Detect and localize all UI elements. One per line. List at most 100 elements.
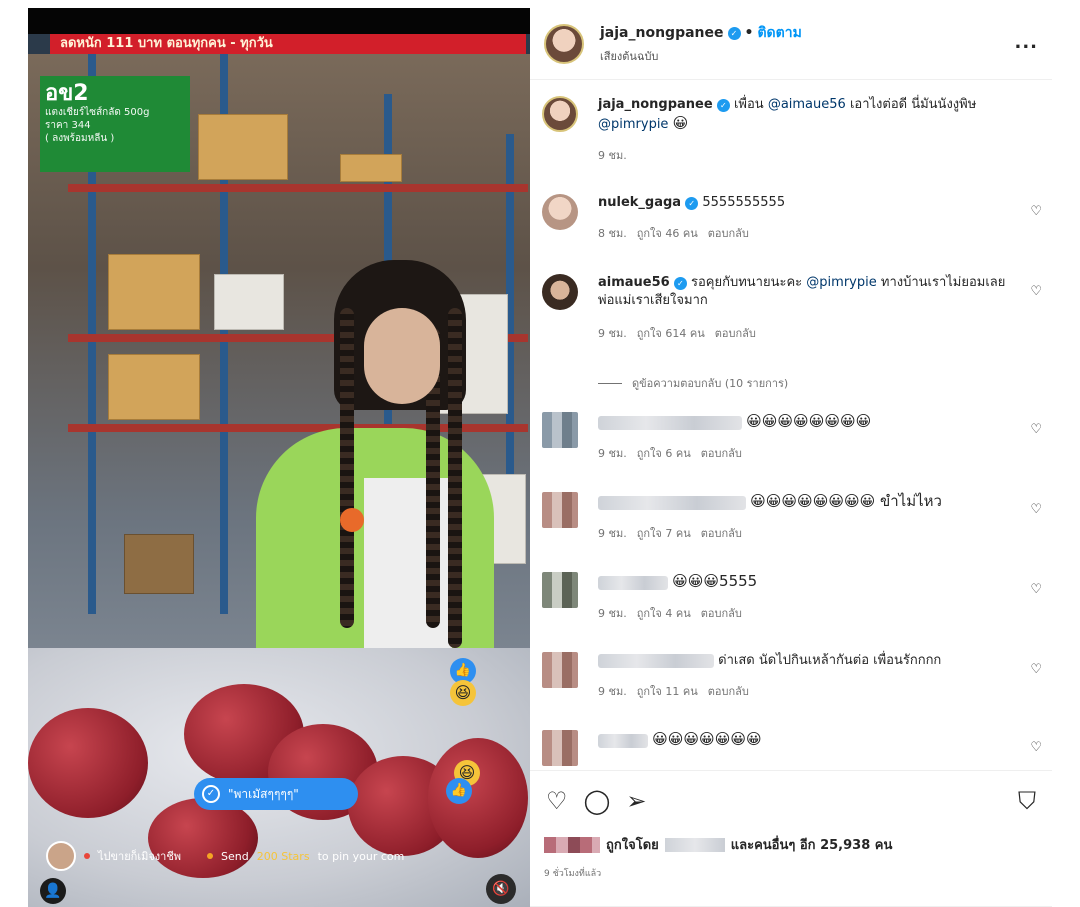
- comment-item: 😀😀😀😀😀😀😀😀 ขำไม่ไหว 9 ชม. ถูกใจ 7 คน ตอบกล…: [542, 492, 1042, 542]
- commenter-avatar[interactable]: [542, 730, 578, 766]
- post-actions-bar: ♡ ◯ ➢ ⛉: [530, 770, 1052, 830]
- bookmark-icon[interactable]: ⛉: [1018, 787, 1036, 815]
- laugh-reaction-icon: 😆: [450, 680, 476, 706]
- live-comment-pill: ✓ "พาเมัสๆๆๆๆ": [194, 778, 358, 810]
- comment-item: 😀😀😀😀😀😀😀😀 9 ชม. ถูกใจ 6 คน ตอบกลับ ♡: [542, 412, 1042, 462]
- mute-icon[interactable]: 🔇: [486, 874, 516, 904]
- streamer-avatar: [46, 841, 76, 871]
- author-username[interactable]: jaja_nongpanee: [600, 25, 724, 41]
- comment-likes[interactable]: ถูกใจ 6 คน: [637, 444, 691, 462]
- shelf-beam: [68, 184, 528, 192]
- reply-button[interactable]: ตอบกลับ: [701, 444, 742, 462]
- like-heart-icon[interactable]: ♡: [1030, 422, 1042, 437]
- check-circle-icon: ✓: [202, 785, 220, 803]
- live-bottom-bar: ไปขายก็เมิจงาชีพ Send 200 Stars to pin y…: [28, 836, 530, 876]
- commenter-avatar[interactable]: [542, 572, 578, 608]
- comment-text: 😀😀😀5555: [672, 572, 758, 590]
- share-icon[interactable]: ➢: [626, 787, 646, 815]
- author-avatar[interactable]: [544, 23, 584, 64]
- video-top-bar: [28, 8, 530, 34]
- white-box: [214, 274, 284, 330]
- post-header: jaja_nongpanee ✓ • ติดตาม เสียงต้นฉบับ .…: [530, 8, 1052, 80]
- like-heart-icon[interactable]: ♡: [1030, 662, 1042, 677]
- commenter-avatar[interactable]: [542, 652, 578, 688]
- comment-likes[interactable]: ถูกใจ 4 คน: [637, 604, 691, 622]
- post-timestamp: 9 ชั่วโมงที่แล้ว: [544, 869, 602, 879]
- like-heart-icon[interactable]: ♡: [1030, 284, 1042, 299]
- caption-username[interactable]: jaja_nongpanee: [598, 97, 713, 112]
- mention-link[interactable]: @pimrypie: [598, 117, 668, 132]
- comment-likes[interactable]: ถูกใจ 11 คน: [637, 682, 698, 700]
- reply-button[interactable]: ตอบกลับ: [708, 224, 749, 242]
- blurred-username: [598, 575, 668, 590]
- blurred-username: [598, 495, 746, 510]
- follow-button[interactable]: ติดตาม: [757, 22, 801, 44]
- cardboard-box: [108, 254, 200, 330]
- original-audio-link[interactable]: เสียงต้นฉบับ: [600, 47, 802, 65]
- comment-item: 😀😀😀😀😀😀😀 ♡: [542, 730, 1042, 766]
- comment-likes[interactable]: ถูกใจ 7 คน: [637, 524, 691, 542]
- author-avatar[interactable]: [542, 96, 578, 132]
- commenter-username[interactable]: nulek_gaga: [598, 195, 681, 210]
- reply-button[interactable]: ตอบกลับ: [701, 524, 742, 542]
- send-stars-amount: 200 Stars: [256, 849, 310, 863]
- tagged-users-icon[interactable]: 👤: [40, 878, 66, 904]
- mention-link[interactable]: @aimaue56: [768, 97, 846, 112]
- replies-divider: [598, 382, 622, 384]
- blurred-username: [598, 653, 714, 668]
- comment-time: 9 ชม.: [598, 527, 627, 540]
- more-options-icon[interactable]: ...: [1014, 32, 1038, 53]
- jacket-pin: [340, 508, 364, 532]
- comment-time: 9 ชม.: [598, 685, 627, 698]
- send-stars-prefix: Send: [221, 849, 249, 863]
- commenter-avatar[interactable]: [542, 492, 578, 528]
- blurred-username: [598, 733, 648, 748]
- heart-icon[interactable]: ♡: [546, 787, 568, 815]
- streamer-name: ไปขายก็เมิจงาชีพ: [98, 850, 182, 863]
- comment-likes[interactable]: ถูกใจ 46 คน: [637, 224, 698, 242]
- commenter-username[interactable]: aimaue56: [598, 275, 670, 290]
- reply-button[interactable]: ตอบกลับ: [701, 604, 742, 622]
- comment-text: รอคุยกับทนายนะคะ: [691, 275, 803, 290]
- comment-likes[interactable]: ถูกใจ 614 คน: [637, 324, 705, 342]
- commenter-avatar[interactable]: [542, 194, 578, 230]
- reel-video-player[interactable]: ลดหนัก 111 บาท ตอนทุกคน - ทุกวัน อข2 แตง…: [28, 8, 530, 907]
- commenter-avatar[interactable]: [542, 412, 578, 448]
- comment-time: 9 ชม.: [598, 327, 627, 340]
- verified-badge-icon: ✓: [673, 277, 687, 290]
- like-heart-icon[interactable]: ♡: [1030, 582, 1042, 597]
- liker-avatars: [544, 836, 600, 853]
- comments-list: jaja_nongpanee ✓ เพื่อน @aimaue56 เอาไงต…: [530, 80, 1052, 770]
- braid: [448, 308, 462, 648]
- comment-item: aimaue56 ✓ รอคุยกับทนายนะคะ @pimrypie ทา…: [542, 274, 1042, 342]
- comment-item: 😀😀😀5555 9 ชม. ถูกใจ 4 คน ตอบกลับ ♡: [542, 572, 1042, 622]
- live-comment-text: "พาเมัสๆๆๆๆ": [228, 786, 299, 801]
- comment-text: 😀😀😀😀😀😀😀😀: [746, 412, 872, 430]
- commenter-avatar[interactable]: [542, 274, 578, 310]
- braid: [340, 308, 354, 628]
- blurred-username: [598, 415, 742, 430]
- promo-banner: ลดหนัก 111 บาท ตอนทุกคน - ทุกวัน: [50, 34, 526, 54]
- dragon-fruit: [28, 708, 148, 818]
- reply-button[interactable]: ตอบกลับ: [708, 682, 749, 700]
- likes-summary[interactable]: ถูกใจโดย และคนอื่นๆ อีก 25,938 คน: [544, 834, 892, 855]
- like-heart-icon[interactable]: ♡: [1030, 502, 1042, 517]
- post-caption: jaja_nongpanee ✓ เพื่อน @aimaue56 เอาไงต…: [542, 96, 1042, 164]
- view-replies-button[interactable]: ดูข้อความตอบกลับ (10 รายการ): [598, 374, 788, 392]
- like-heart-icon[interactable]: ♡: [1030, 740, 1042, 755]
- reply-button[interactable]: ตอบกลับ: [715, 324, 756, 342]
- like-heart-icon[interactable]: ♡: [1030, 204, 1042, 219]
- star-icon: [207, 853, 214, 859]
- mention-link[interactable]: @pimrypie: [806, 275, 876, 290]
- cardboard-box: [108, 354, 200, 420]
- caption-text: เพื่อน: [733, 97, 764, 112]
- person-face: [364, 308, 440, 404]
- comment-time: 9 ชม.: [598, 607, 627, 620]
- comment-text: 😀😀😀😀😀😀😀: [652, 730, 762, 748]
- view-replies-label: ดูข้อความตอบกลับ (10 รายการ): [632, 377, 789, 390]
- comment-icon[interactable]: ◯: [584, 787, 611, 815]
- post-side-panel: jaja_nongpanee ✓ • ติดตาม เสียงต้นฉบับ .…: [530, 8, 1052, 907]
- caption-text: เอาไงต่อดี นี่มันนังงูพิษ: [849, 97, 977, 112]
- bullet-separator: •: [744, 25, 754, 41]
- comment-time: 8 ชม.: [598, 227, 627, 240]
